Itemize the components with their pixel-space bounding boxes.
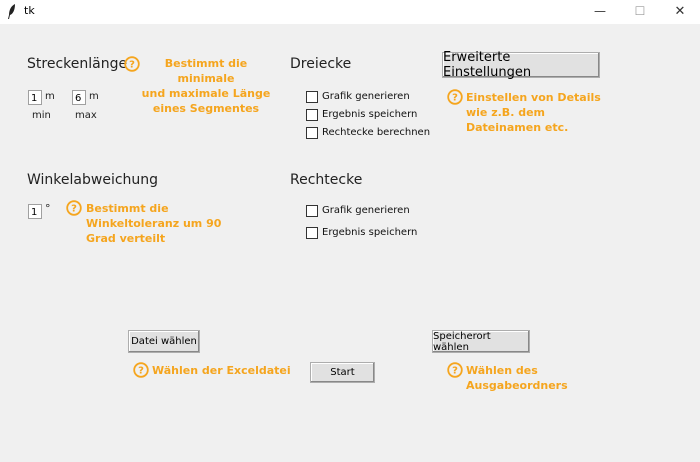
button-label: Datei wählen xyxy=(131,336,197,347)
tk-feather-icon xyxy=(8,4,15,19)
button-label: Erweiterte Einstellungen xyxy=(443,50,532,80)
dreiecke-ergebnis-checkbox[interactable] xyxy=(306,109,318,121)
rechtecke-grafik-checkbox[interactable] xyxy=(306,205,318,217)
checkbox-label: Ergebnis speichern xyxy=(322,227,418,238)
help-line: Ausgabeordners xyxy=(466,379,568,392)
max-unit-label: m xyxy=(89,91,99,102)
help-line: Wählen des xyxy=(466,364,538,377)
help-line: Bestimmt die minimale xyxy=(164,57,248,85)
angle-input[interactable]: 1 xyxy=(28,204,42,219)
window-title: tk xyxy=(24,4,35,17)
title-bar: tk — ☐ ✕ xyxy=(0,0,700,24)
help-icon: ? xyxy=(133,362,149,378)
rechtecke-ergebnis-checkbox[interactable] xyxy=(306,227,318,239)
rechtecke-heading: Rechtecke xyxy=(290,172,363,188)
help-line: Dateinamen etc. xyxy=(466,121,569,134)
maximize-icon: ☐ xyxy=(634,4,646,18)
svg-text:?: ? xyxy=(452,366,458,377)
choose-file-help: Wählen der Exceldatei xyxy=(152,364,291,377)
choose-output-folder-button[interactable]: Speicherort wählen xyxy=(432,330,530,353)
degree-unit-label: ° xyxy=(45,202,51,215)
help-line: wie z.B. dem xyxy=(466,106,545,119)
maximize-button[interactable]: ☐ xyxy=(620,0,660,24)
dreiecke-grafik-checkbox[interactable] xyxy=(306,91,318,103)
help-icon: ? xyxy=(66,200,82,216)
svg-text:?: ? xyxy=(71,204,77,215)
help-line: Winkeltoleranz um 90 xyxy=(86,217,222,230)
checkbox-label: Rechtecke berechnen xyxy=(322,127,431,138)
minimize-icon: — xyxy=(594,4,606,18)
help-line: und maximale Länge xyxy=(141,87,271,100)
help-line: eines Segmentes xyxy=(152,102,260,115)
help-icon: ? xyxy=(447,362,463,378)
svg-text:?: ? xyxy=(138,366,144,377)
winkelabweichung-help: Bestimmt die Winkeltoleranz um 90 Grad v… xyxy=(86,201,226,246)
min-label: min xyxy=(32,110,51,121)
advanced-help: Einstellen von Details wie z.B. dem Date… xyxy=(466,90,606,135)
help-icon: ? xyxy=(447,89,463,105)
min-length-input[interactable]: 1 xyxy=(28,90,42,105)
help-line: Einstellen von Details xyxy=(466,91,601,104)
button-label: Speicherort wählen xyxy=(433,330,491,353)
winkelabweichung-heading: Winkelabweichung xyxy=(27,172,159,188)
max-length-input[interactable]: 6 xyxy=(72,90,86,105)
minimize-button[interactable]: — xyxy=(580,0,620,24)
checkbox-label: Grafik generieren xyxy=(322,91,410,102)
dreiecke-heading: Dreiecke xyxy=(290,56,352,72)
output-folder-help: Wählen des Ausgabeordners xyxy=(466,363,586,393)
svg-text:?: ? xyxy=(452,93,458,104)
checkbox-label: Ergebnis speichern xyxy=(322,109,418,120)
button-label: Start xyxy=(330,367,355,378)
help-line: Bestimmt die xyxy=(86,202,169,215)
main-content: Streckenlänge 1 m min 6 m max ? Bestimmt… xyxy=(0,24,700,462)
start-button[interactable]: Start xyxy=(310,362,375,383)
choose-file-button[interactable]: Datei wählen xyxy=(128,330,200,353)
close-button[interactable]: ✕ xyxy=(660,0,700,24)
min-unit-label: m xyxy=(45,91,55,102)
max-label: max xyxy=(75,110,97,121)
rechtecke-berechnen-checkbox[interactable] xyxy=(306,127,318,139)
close-icon: ✕ xyxy=(674,4,686,19)
svg-text:?: ? xyxy=(129,60,135,71)
advanced-settings-button[interactable]: Erweiterte Einstellungen xyxy=(442,50,600,80)
streckenlaenge-heading: Streckenlänge xyxy=(27,56,128,72)
checkbox-label: Grafik generieren xyxy=(322,205,410,216)
streckenlaenge-help: Bestimmt die minimale und maximale Länge… xyxy=(141,56,271,116)
help-line: Grad verteilt xyxy=(86,232,166,245)
help-icon: ? xyxy=(124,56,140,72)
